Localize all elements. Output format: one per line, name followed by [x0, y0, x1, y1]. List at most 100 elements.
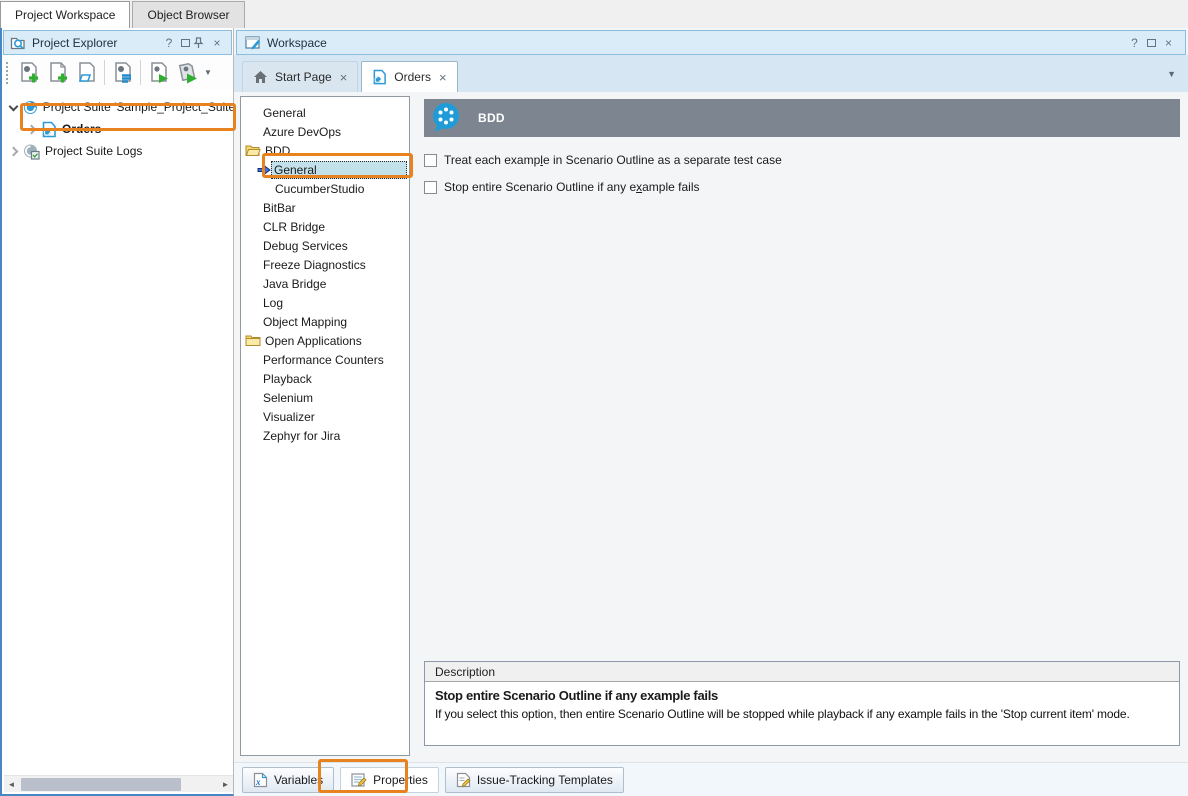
- tree-item-project-suite[interactable]: Project Suite 'Sample_Project_Suite' (1 …: [2, 96, 233, 118]
- option-stop-entire-outline[interactable]: Stop entire Scenario Outline if any exam…: [424, 180, 1180, 194]
- variables-icon: x: [253, 772, 268, 788]
- tab-orders[interactable]: Orders ×: [361, 61, 457, 92]
- maximize-icon[interactable]: [177, 36, 193, 50]
- close-icon[interactable]: ×: [1160, 36, 1177, 50]
- workspace-area: Workspace ? × Start Page × Orders × ▼ Ge…: [234, 28, 1188, 796]
- bdd-options: Treat each example in Scenario Outline a…: [424, 153, 1180, 194]
- bdd-banner: BDD: [424, 99, 1180, 137]
- tree-item-project-suite-logs[interactable]: Project Suite Logs: [2, 140, 233, 162]
- current-item-arrow-icon: [257, 164, 271, 176]
- tab-label: Variables: [274, 773, 323, 787]
- settings-nav-item[interactable]: Performance Counters: [241, 350, 409, 369]
- run-project-button[interactable]: [144, 58, 173, 87]
- checkbox-unchecked[interactable]: [424, 154, 437, 167]
- issue-tracking-icon: [456, 772, 471, 788]
- bdd-settings-panel: BDD Treat each example in Scenario Outli…: [424, 99, 1180, 194]
- nav-label: Freeze Diagnostics: [263, 258, 366, 272]
- open-project-button[interactable]: [72, 58, 101, 87]
- nav-label: Azure DevOps: [263, 125, 341, 139]
- description-text: If you select this option, then entire S…: [435, 707, 1169, 721]
- run-project-suite-button[interactable]: [173, 58, 202, 87]
- settings-nav-item-general-selected[interactable]: General: [241, 160, 409, 179]
- tab-list-dropdown-icon[interactable]: ▼: [1167, 69, 1176, 79]
- settings-nav-item[interactable]: Playback: [241, 369, 409, 388]
- tab-issue-tracking-templates[interactable]: Issue-Tracking Templates: [445, 767, 624, 793]
- toolbar-separator: [140, 60, 141, 85]
- nav-label: Visualizer: [263, 410, 315, 424]
- tab-start-page[interactable]: Start Page ×: [242, 61, 358, 92]
- project-icon: [372, 69, 387, 85]
- checkbox-unchecked[interactable]: [424, 181, 437, 194]
- description-box: Description Stop entire Scenario Outline…: [424, 661, 1180, 746]
- maximize-icon[interactable]: [1143, 36, 1160, 50]
- add-project-item-button[interactable]: [43, 58, 72, 87]
- tab-label: Issue-Tracking Templates: [477, 773, 613, 787]
- bdd-icon: [430, 101, 462, 135]
- nav-label: General: [263, 106, 306, 120]
- nav-label: Zephyr for Jira: [263, 429, 340, 443]
- project-explorer-icon: [10, 35, 26, 51]
- nav-label: BitBar: [263, 201, 296, 215]
- tab-label: Properties: [373, 773, 428, 787]
- tab-variables[interactable]: x Variables: [242, 767, 334, 793]
- settings-nav-item[interactable]: Freeze Diagnostics: [241, 255, 409, 274]
- close-icon[interactable]: ×: [209, 36, 225, 50]
- expand-icon[interactable]: [9, 146, 19, 156]
- close-tab-icon[interactable]: ×: [340, 70, 348, 85]
- workspace-header: Workspace ? ×: [236, 30, 1186, 55]
- toolbar-grip[interactable]: [6, 62, 10, 84]
- settings-nav-item[interactable]: BitBar: [241, 198, 409, 217]
- logs-icon: [23, 143, 40, 160]
- svg-text:x: x: [255, 777, 261, 787]
- expand-icon[interactable]: [27, 124, 37, 134]
- settings-nav-item[interactable]: General: [241, 103, 409, 122]
- settings-nav-item[interactable]: CLR Bridge: [241, 217, 409, 236]
- settings-nav-item[interactable]: Visualizer: [241, 407, 409, 426]
- tree-item-label: Project Suite 'Sample_Project_Suite' (1 …: [43, 100, 233, 114]
- project-icon: [41, 121, 57, 138]
- project-explorer-header: Project Explorer ? ×: [3, 30, 232, 55]
- nav-label: Selenium: [263, 391, 313, 405]
- horizontal-scrollbar[interactable]: ◄ ►: [4, 775, 233, 792]
- scroll-left-icon[interactable]: ◄: [4, 780, 19, 789]
- settings-nav-item[interactable]: Selenium: [241, 388, 409, 407]
- description-body: Stop entire Scenario Outline if any exam…: [425, 682, 1179, 727]
- project-explorer-panel: Project Explorer ? ×: [0, 28, 234, 796]
- settings-nav-item[interactable]: Object Mapping: [241, 312, 409, 331]
- add-project-suite-button[interactable]: [14, 58, 43, 87]
- settings-nav-folder-open-applications[interactable]: Open Applications: [241, 331, 409, 350]
- settings-nav-item[interactable]: Java Bridge: [241, 274, 409, 293]
- nav-label: BDD: [265, 144, 290, 158]
- toolbar-dropdown-icon[interactable]: ▼: [204, 68, 212, 77]
- settings-nav-folder-bdd[interactable]: BDD: [241, 141, 409, 160]
- project-suite-icon: [23, 99, 38, 116]
- settings-nav-item[interactable]: Log: [241, 293, 409, 312]
- help-icon[interactable]: ?: [1126, 36, 1143, 50]
- nav-label: Open Applications: [265, 334, 362, 348]
- settings-nav-item[interactable]: Debug Services: [241, 236, 409, 255]
- scrollbar-thumb[interactable]: [21, 778, 181, 791]
- closed-folder-icon: [245, 334, 261, 347]
- settings-nav-item[interactable]: CucumberStudio: [241, 179, 409, 198]
- tab-object-browser[interactable]: Object Browser: [132, 1, 244, 28]
- tab-properties[interactable]: Properties: [340, 767, 439, 793]
- collapse-icon[interactable]: [9, 101, 19, 111]
- organize-project-items-button[interactable]: [108, 58, 137, 87]
- settings-nav-item[interactable]: Azure DevOps: [241, 122, 409, 141]
- help-icon[interactable]: ?: [161, 36, 177, 50]
- pin-icon[interactable]: [193, 37, 209, 49]
- option-treat-each-example[interactable]: Treat each example in Scenario Outline a…: [424, 153, 1180, 167]
- properties-content: General Azure DevOps BDD General Cucumbe…: [234, 92, 1188, 762]
- workspace-title: Workspace: [267, 36, 1126, 50]
- settings-nav-item[interactable]: Zephyr for Jira: [241, 426, 409, 445]
- nav-label: CucumberStudio: [275, 182, 364, 196]
- tree-item-label: Orders: [62, 122, 101, 136]
- tab-project-workspace[interactable]: Project Workspace: [0, 1, 130, 28]
- nav-label: Object Mapping: [263, 315, 347, 329]
- scroll-right-icon[interactable]: ►: [218, 780, 233, 789]
- close-tab-icon[interactable]: ×: [439, 70, 447, 85]
- tree-item-orders[interactable]: Orders: [2, 118, 233, 140]
- nav-label: CLR Bridge: [263, 220, 325, 234]
- main-tab-bar: Project Workspace Object Browser: [0, 0, 1188, 28]
- tree-item-label: Project Suite Logs: [45, 144, 142, 158]
